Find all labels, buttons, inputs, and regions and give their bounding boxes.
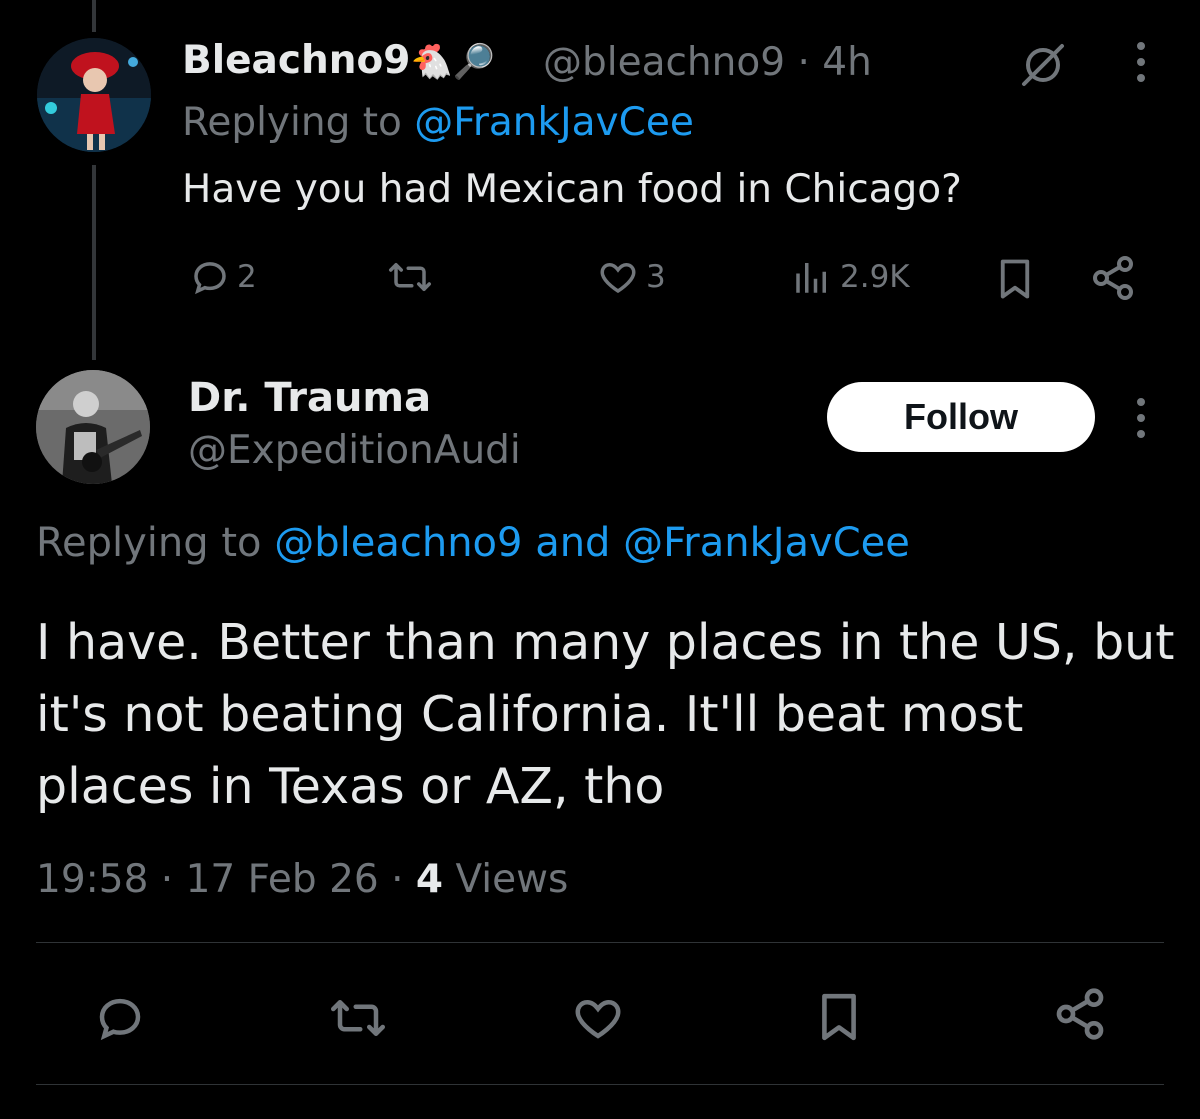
parent-tweet-text: Have you had Mexican food in Chicago? <box>182 167 962 212</box>
heart-icon <box>575 999 621 1039</box>
grok-icon[interactable] <box>1018 40 1068 90</box>
parent-view-count: 2.9K <box>840 259 910 295</box>
parent-display-name[interactable]: Bleachno9🐔🔎 <box>182 38 495 83</box>
parent-replying-to: Replying to @FrankJavCee <box>182 100 694 145</box>
main-display-name[interactable]: Dr. Trauma <box>188 375 431 421</box>
parent-like-count: 3 <box>646 259 666 295</box>
reply-icon <box>99 998 141 1041</box>
parent-time: 4h <box>822 40 872 85</box>
divider-top <box>36 942 1164 943</box>
parent-handle-time[interactable]: @bleachno9 · 4h <box>543 40 872 85</box>
main-bookmark-button[interactable] <box>814 988 864 1046</box>
parent-replying-handle[interactable]: @FrankJavCee <box>414 100 694 145</box>
retweet-icon <box>331 1000 385 1036</box>
main-handle[interactable]: @ExpeditionAudi <box>188 428 521 473</box>
parent-like-button[interactable]: 3 <box>596 256 666 298</box>
bookmark-icon <box>822 993 856 1041</box>
parent-bookmark-icon[interactable] <box>994 256 1036 302</box>
parent-share-icon[interactable] <box>1089 254 1137 302</box>
tweet-date[interactable]: 17 Feb 26 <box>186 857 379 902</box>
follow-button[interactable]: Follow <box>827 382 1095 452</box>
thread-line-top <box>92 0 96 32</box>
retweet-icon <box>385 256 435 298</box>
name-emojis: 🐔🔎 <box>410 42 496 82</box>
views-icon <box>790 256 834 298</box>
tweet-time[interactable]: 19:58 <box>36 857 148 902</box>
parent-reply-button[interactable]: 2 <box>189 256 257 298</box>
thread-line-bottom <box>92 165 96 360</box>
main-like-button[interactable] <box>570 991 626 1045</box>
main-replying-to: Replying to @bleachno9 and @FrankJavCee <box>36 520 910 566</box>
views-label: Views <box>455 857 569 902</box>
main-more-icon[interactable] <box>1126 396 1156 440</box>
reply-icon <box>189 256 231 298</box>
main-replying-handles[interactable]: @bleachno9 and @FrankJavCee <box>274 520 910 566</box>
parent-views-button[interactable]: 2.9K <box>790 256 910 298</box>
main-reply-button[interactable] <box>93 991 147 1045</box>
tweet-meta: 19:58 · 17 Feb 26 · 4 Views <box>36 857 569 902</box>
main-retweet-button[interactable] <box>326 991 390 1045</box>
avatar-dr-trauma[interactable] <box>36 370 150 484</box>
views-count: 4 <box>415 857 444 902</box>
parent-retweet-button[interactable] <box>385 256 435 298</box>
parent-more-icon[interactable] <box>1126 40 1156 84</box>
heart-icon <box>596 256 640 298</box>
main-share-button[interactable] <box>1052 986 1108 1042</box>
avatar-bleachno9[interactable] <box>37 38 151 152</box>
parent-reply-count: 2 <box>237 259 257 295</box>
divider-bottom <box>36 1084 1164 1085</box>
share-icon <box>1056 988 1104 1040</box>
main-tweet-text: I have. Better than many places in the U… <box>36 614 1175 815</box>
